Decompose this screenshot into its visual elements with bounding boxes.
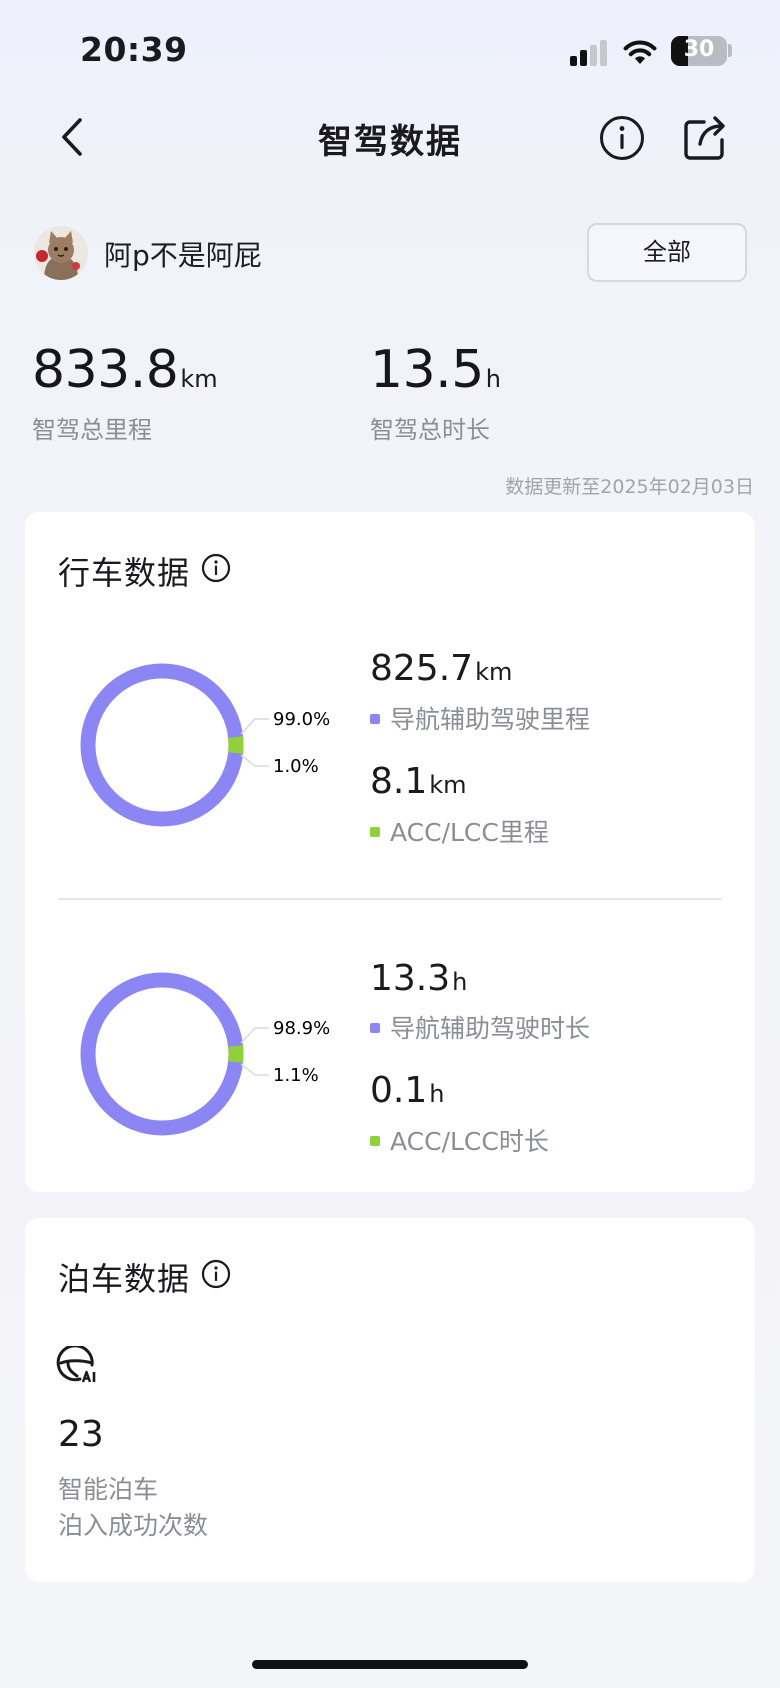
ring-navigation-segment	[80, 663, 244, 827]
mileage-acc-label: ACC/LCC里程	[390, 818, 549, 847]
ring-navigation-segment	[80, 972, 244, 1136]
mileage-acc-unit: km	[429, 771, 467, 799]
total-duration-label: 智驾总时长	[370, 416, 490, 444]
status-time: 20:39	[80, 30, 188, 69]
time-nav-unit: h	[452, 968, 468, 996]
legend-dot-navigation	[370, 714, 380, 724]
battery-icon: 30	[671, 36, 727, 66]
battery-level: 30	[683, 37, 715, 62]
mileage-nav-legend: 导航辅助驾驶里程	[370, 700, 590, 736]
time-nav-stat: 13.3h	[370, 958, 467, 999]
total-duration-unit: h	[485, 365, 501, 393]
username: 阿p不是阿屁	[104, 239, 262, 272]
info-button[interactable]	[598, 114, 646, 162]
mileage-nav-stat: 825.7km	[370, 648, 512, 689]
share-icon	[684, 116, 725, 160]
parking-label-line2: 泊入成功次数	[58, 1511, 209, 1540]
mileage-acc-legend: ACC/LCC里程	[370, 813, 549, 849]
total-distance-value: 833.8	[32, 340, 179, 400]
cat-avatar-icon	[34, 226, 88, 280]
wifi-icon	[622, 36, 658, 66]
mileage-donut-chart: 99.0% 1.0%	[80, 663, 330, 827]
page-title: 智驾数据	[318, 122, 462, 162]
time-acc-stat: 0.1h	[370, 1070, 444, 1111]
leader-line-navigation	[240, 1027, 269, 1044]
legend-dot-navigation	[370, 1023, 380, 1033]
leader-line-acc	[240, 754, 269, 767]
ai-steering-wheel-icon	[56, 1344, 100, 1384]
time-acc-pct: 1.1%	[273, 1065, 319, 1086]
update-note: 数据更新至2025年02月03日	[505, 476, 754, 498]
leader-line-navigation	[240, 718, 269, 735]
battery-nub	[728, 44, 732, 57]
parking-card-title: 泊车数据	[58, 1260, 191, 1298]
legend-dot-acc	[370, 1136, 380, 1146]
time-nav-legend: 导航辅助驾驶时长	[370, 1009, 590, 1045]
total-distance-unit: km	[180, 365, 218, 393]
time-acc-label: ACC/LCC时长	[390, 1127, 549, 1156]
driving-info-button[interactable]	[201, 553, 231, 583]
legend-dot-acc	[370, 827, 380, 837]
cellular-signal-icon	[570, 40, 610, 66]
parking-info-button[interactable]	[201, 1259, 231, 1289]
info-icon	[201, 1259, 231, 1289]
info-icon	[201, 553, 231, 583]
filter-all-button[interactable]: 全部	[587, 223, 747, 282]
time-nav-label: 导航辅助驾驶时长	[390, 1014, 591, 1043]
total-distance: 833.8km	[32, 340, 218, 400]
avatar[interactable]	[34, 226, 88, 280]
time-acc-legend: ACC/LCC时长	[370, 1122, 549, 1158]
total-duration-value: 13.5	[370, 340, 484, 400]
share-button[interactable]	[682, 112, 728, 162]
parking-label-line1: 智能泊车	[58, 1475, 159, 1504]
home-indicator[interactable]	[252, 1660, 528, 1669]
mileage-nav-value: 825.7	[370, 648, 474, 689]
mileage-nav-pct: 99.0%	[273, 709, 330, 730]
time-donut-chart: 98.9% 1.1%	[80, 972, 330, 1136]
time-acc-value: 0.1	[370, 1070, 428, 1111]
total-duration: 13.5h	[370, 340, 501, 400]
driving-card-title: 行车数据	[58, 554, 191, 592]
info-icon	[600, 116, 644, 160]
mileage-acc-pct: 1.0%	[273, 756, 319, 777]
time-nav-value: 13.3	[370, 958, 451, 999]
card-divider	[58, 898, 722, 900]
time-acc-unit: h	[429, 1080, 445, 1108]
mileage-acc-stat: 8.1km	[370, 761, 467, 802]
mileage-nav-unit: km	[475, 658, 513, 686]
leader-line-acc	[240, 1063, 269, 1076]
time-nav-pct: 98.9%	[273, 1018, 330, 1039]
total-distance-label: 智驾总里程	[32, 416, 152, 444]
parking-success-count: 23	[58, 1414, 104, 1455]
mileage-nav-label: 导航辅助驾驶里程	[390, 705, 591, 734]
mileage-acc-value: 8.1	[370, 761, 428, 802]
